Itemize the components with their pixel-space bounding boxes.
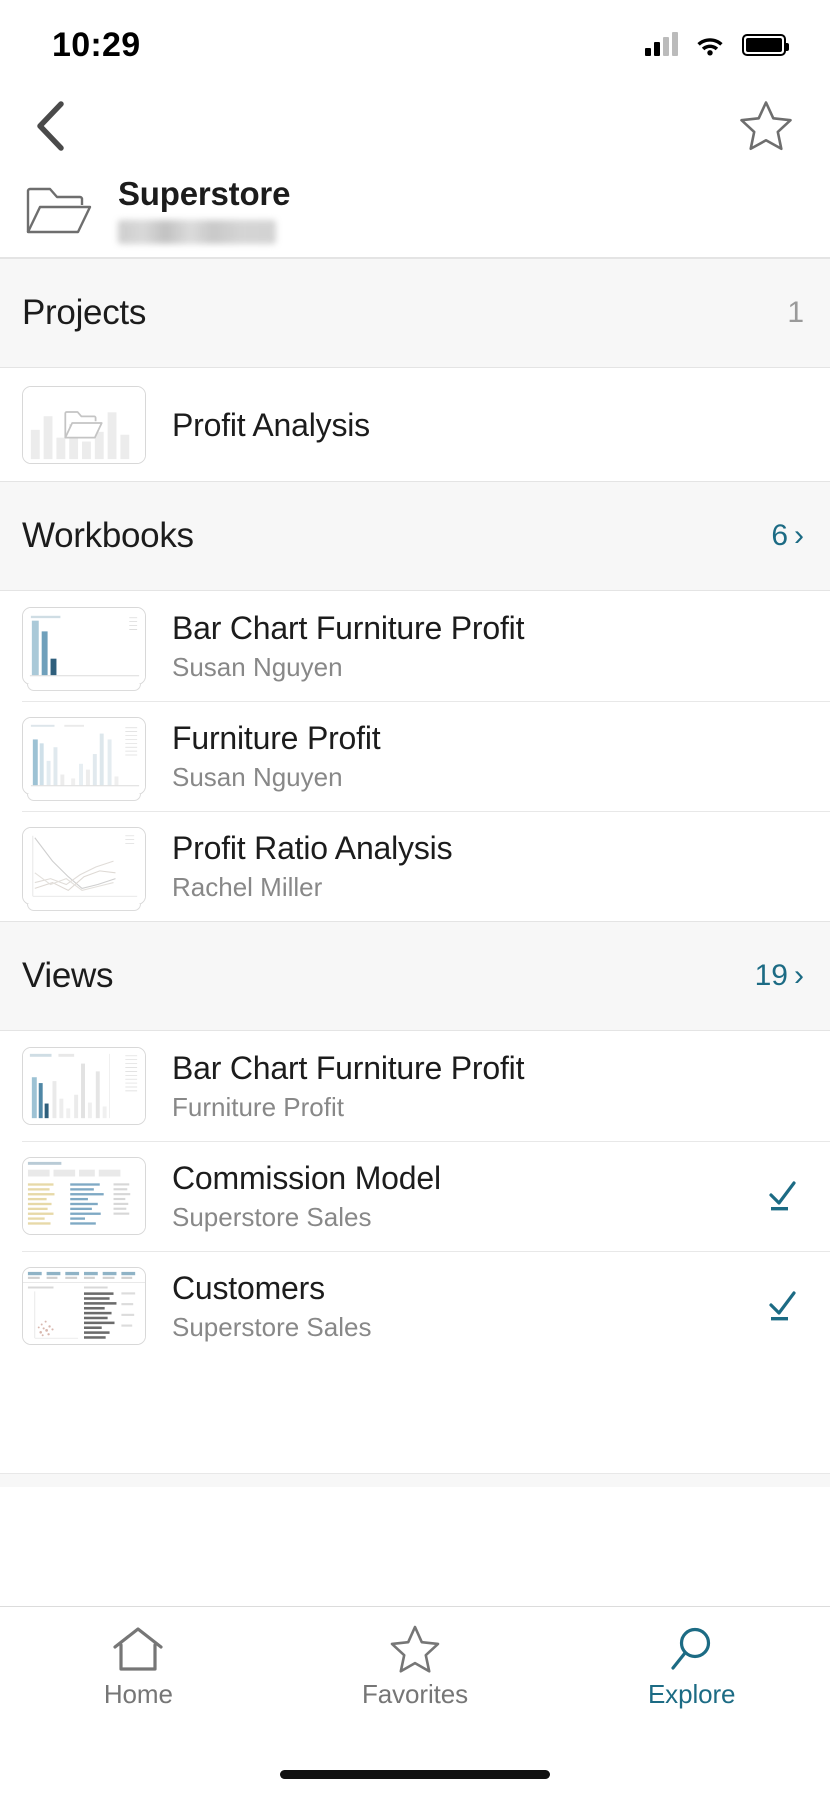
cellular-signal-icon xyxy=(645,32,678,56)
tab-explore[interactable]: Explore xyxy=(553,1623,830,1710)
project-folder-thumbnail xyxy=(22,385,146,464)
project-header-text: Superstore xyxy=(118,168,290,244)
line-chart-thumbnail xyxy=(22,827,146,916)
list-bottom-space xyxy=(0,1361,830,1473)
list-item-text: Commission Model Superstore Sales xyxy=(172,1158,746,1234)
status-icons xyxy=(645,32,789,56)
star-outline-icon xyxy=(389,1623,441,1675)
tab-home[interactable]: Home xyxy=(0,1623,277,1710)
list-item-title: Profit Ratio Analysis xyxy=(172,830,453,866)
tab-favorites[interactable]: Favorites xyxy=(277,1623,554,1710)
battery-full-icon xyxy=(742,34,789,56)
page-title: Superstore xyxy=(118,175,291,212)
home-icon xyxy=(111,1623,165,1675)
wifi-icon xyxy=(695,34,725,56)
status-time: 10:29 xyxy=(52,25,141,64)
content-list: Projects 1 Profit Analysis Workbooks 6 ›… xyxy=(0,258,830,1606)
views-count-value: 19 xyxy=(754,959,788,992)
projects-count-value: 1 xyxy=(787,296,804,329)
dashboard-table-thumbnail xyxy=(22,1157,146,1235)
status-bar: 10:29 xyxy=(0,0,830,90)
bar-chart-dense-thumbnail xyxy=(22,717,146,806)
list-bottom-divider xyxy=(0,1473,830,1487)
star-outline-icon xyxy=(740,101,792,151)
section-title-views: Views xyxy=(22,956,114,995)
chevron-right-icon: › xyxy=(794,959,804,992)
bottom-tab-bar: Home Favorites Explore xyxy=(0,1606,830,1754)
search-icon xyxy=(667,1623,717,1675)
list-item-title: Bar Chart Furniture Profit xyxy=(172,610,525,646)
workbooks-count-value: 6 xyxy=(771,519,788,552)
list-item-title: Profit Analysis xyxy=(172,406,370,443)
certified-check-icon xyxy=(760,1284,804,1328)
list-item[interactable]: Customers Superstore Sales xyxy=(0,1251,830,1361)
bar-chart-view-thumbnail xyxy=(22,1047,146,1125)
section-header-workbooks[interactable]: Workbooks 6 › xyxy=(0,481,830,591)
chevron-right-icon: › xyxy=(794,519,804,552)
bar-chart-thumbnail xyxy=(22,607,146,696)
list-item[interactable]: Profit Analysis xyxy=(0,368,830,481)
list-item-title: Bar Chart Furniture Profit xyxy=(172,1050,525,1086)
list-item-subtitle: Furniture Profit xyxy=(172,1092,344,1122)
home-indicator xyxy=(0,1754,830,1794)
list-item-subtitle: Susan Nguyen xyxy=(172,652,343,682)
section-header-projects: Projects 1 xyxy=(0,258,830,368)
certified-check-icon xyxy=(760,1174,804,1218)
project-owner-redacted xyxy=(118,220,276,244)
list-item-title: Customers xyxy=(172,1270,325,1306)
list-item-text: Bar Chart Furniture Profit Susan Nguyen xyxy=(172,608,804,684)
back-button[interactable] xyxy=(24,100,76,152)
list-item[interactable]: Furniture Profit Susan Nguyen xyxy=(0,701,830,811)
tab-favorites-label: Favorites xyxy=(361,1679,469,1709)
chevron-left-icon xyxy=(37,101,64,151)
project-header: Superstore xyxy=(0,162,830,258)
section-count-workbooks[interactable]: 6 › xyxy=(771,519,804,553)
list-item-subtitle: Rachel Miller xyxy=(172,872,323,902)
list-item-title: Commission Model xyxy=(172,1160,441,1196)
list-item-text: Bar Chart Furniture Profit Furniture Pro… xyxy=(172,1048,804,1124)
list-item-text: Profit Ratio Analysis Rachel Miller xyxy=(172,828,804,904)
list-item-subtitle: Superstore Sales xyxy=(172,1202,372,1232)
list-item[interactable]: Commission Model Superstore Sales xyxy=(0,1141,830,1251)
list-item-text: Customers Superstore Sales xyxy=(172,1268,746,1344)
tab-home-label: Home xyxy=(103,1679,173,1709)
list-item-text: Furniture Profit Susan Nguyen xyxy=(172,718,804,794)
customers-dashboard-thumbnail xyxy=(22,1267,146,1345)
list-item[interactable]: Profit Ratio Analysis Rachel Miller xyxy=(0,811,830,921)
list-item[interactable]: Bar Chart Furniture Profit Susan Nguyen xyxy=(0,591,830,701)
section-title-projects: Projects xyxy=(22,293,147,332)
folder-open-icon xyxy=(26,184,92,236)
tab-explore-label: Explore xyxy=(647,1679,736,1709)
list-item[interactable]: Bar Chart Furniture Profit Furniture Pro… xyxy=(0,1031,830,1141)
list-item-text: Profit Analysis xyxy=(172,405,804,445)
app-screen: 10:29 Superstore Projects 1 Profit Analy… xyxy=(0,0,830,1794)
section-count-projects: 1 xyxy=(787,296,804,330)
list-item-title: Furniture Profit xyxy=(172,720,381,756)
section-count-views[interactable]: 19 › xyxy=(755,959,804,993)
list-item-subtitle: Susan Nguyen xyxy=(172,762,343,792)
section-title-workbooks: Workbooks xyxy=(22,516,194,555)
navigation-bar xyxy=(0,90,830,162)
list-item-subtitle: Superstore Sales xyxy=(172,1312,372,1342)
favorite-button[interactable] xyxy=(738,98,794,154)
section-header-views[interactable]: Views 19 › xyxy=(0,921,830,1031)
